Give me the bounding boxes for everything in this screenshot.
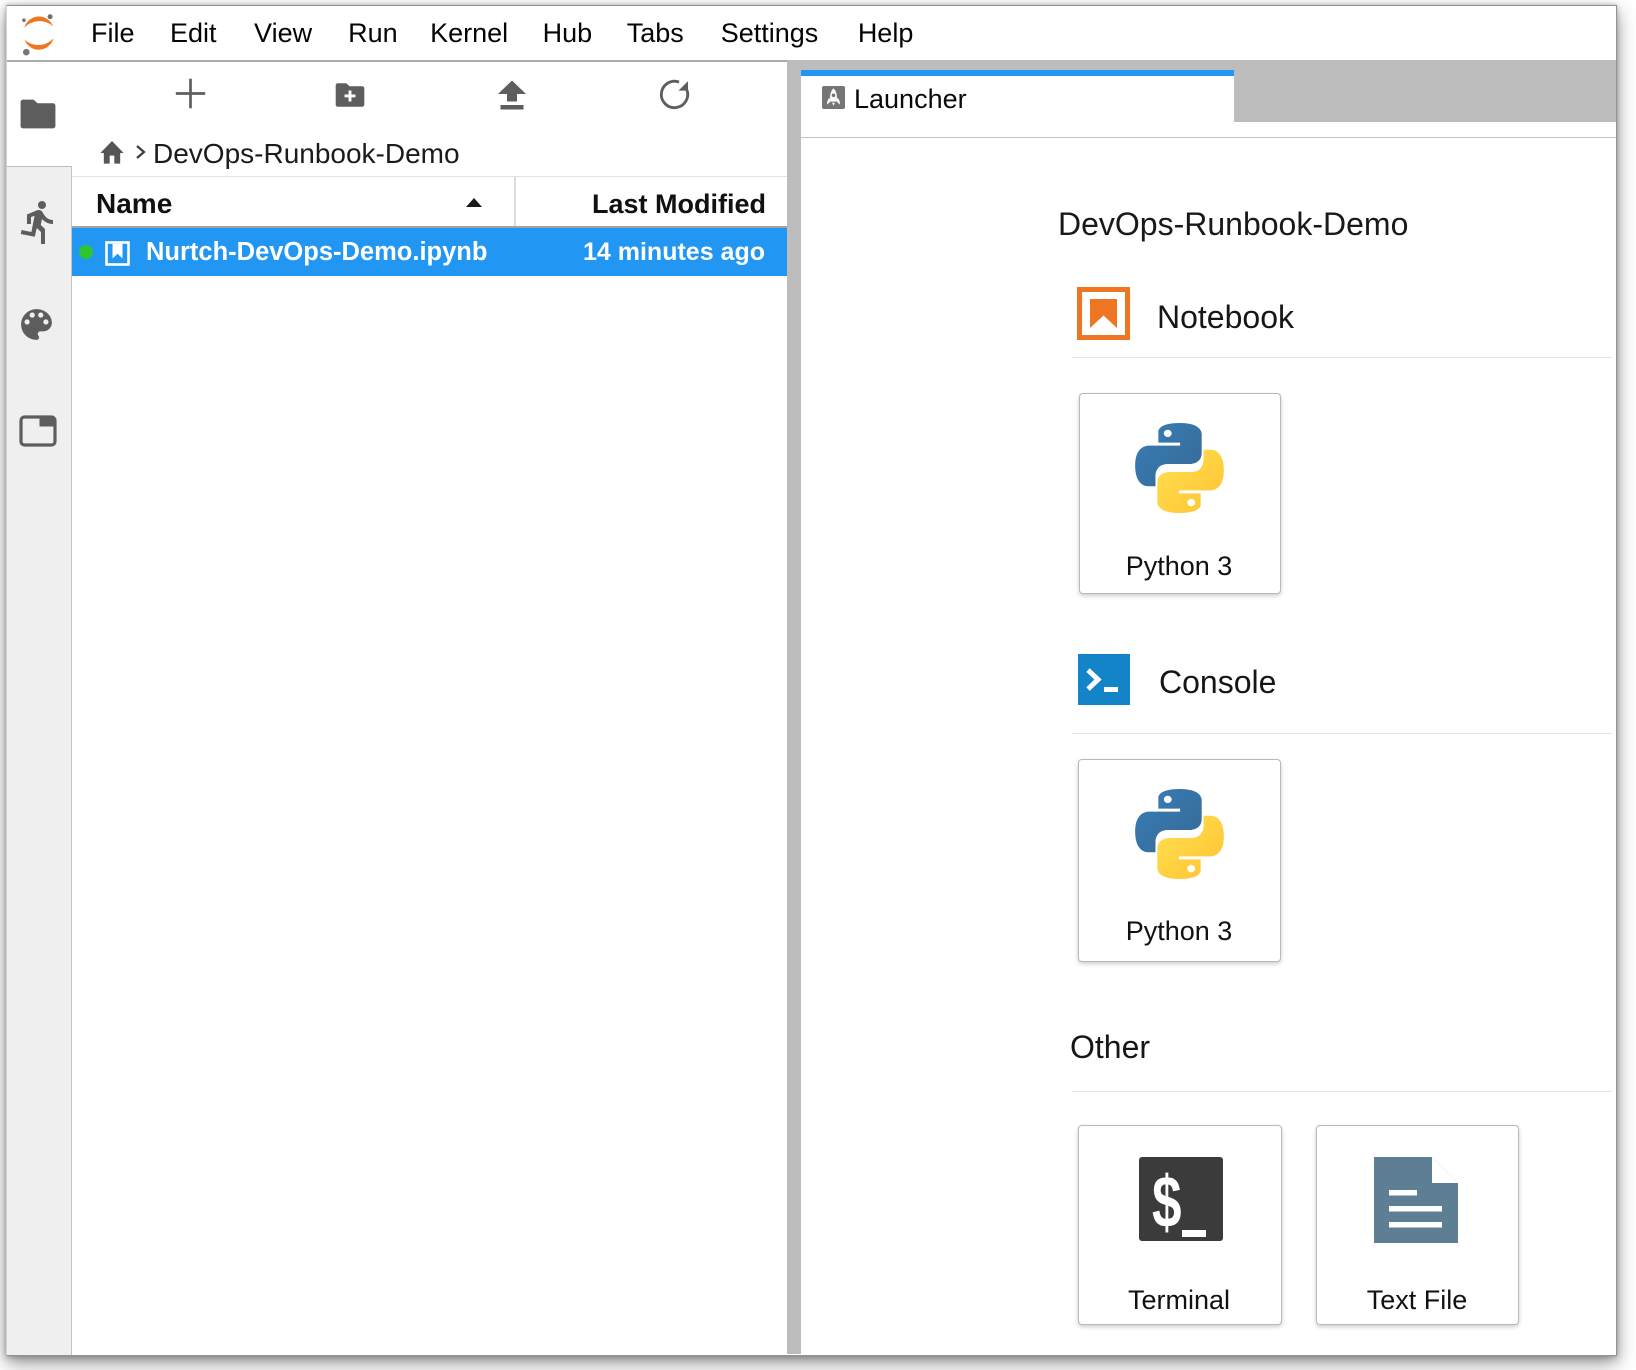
svg-text:$: $ bbox=[1152, 1161, 1182, 1241]
